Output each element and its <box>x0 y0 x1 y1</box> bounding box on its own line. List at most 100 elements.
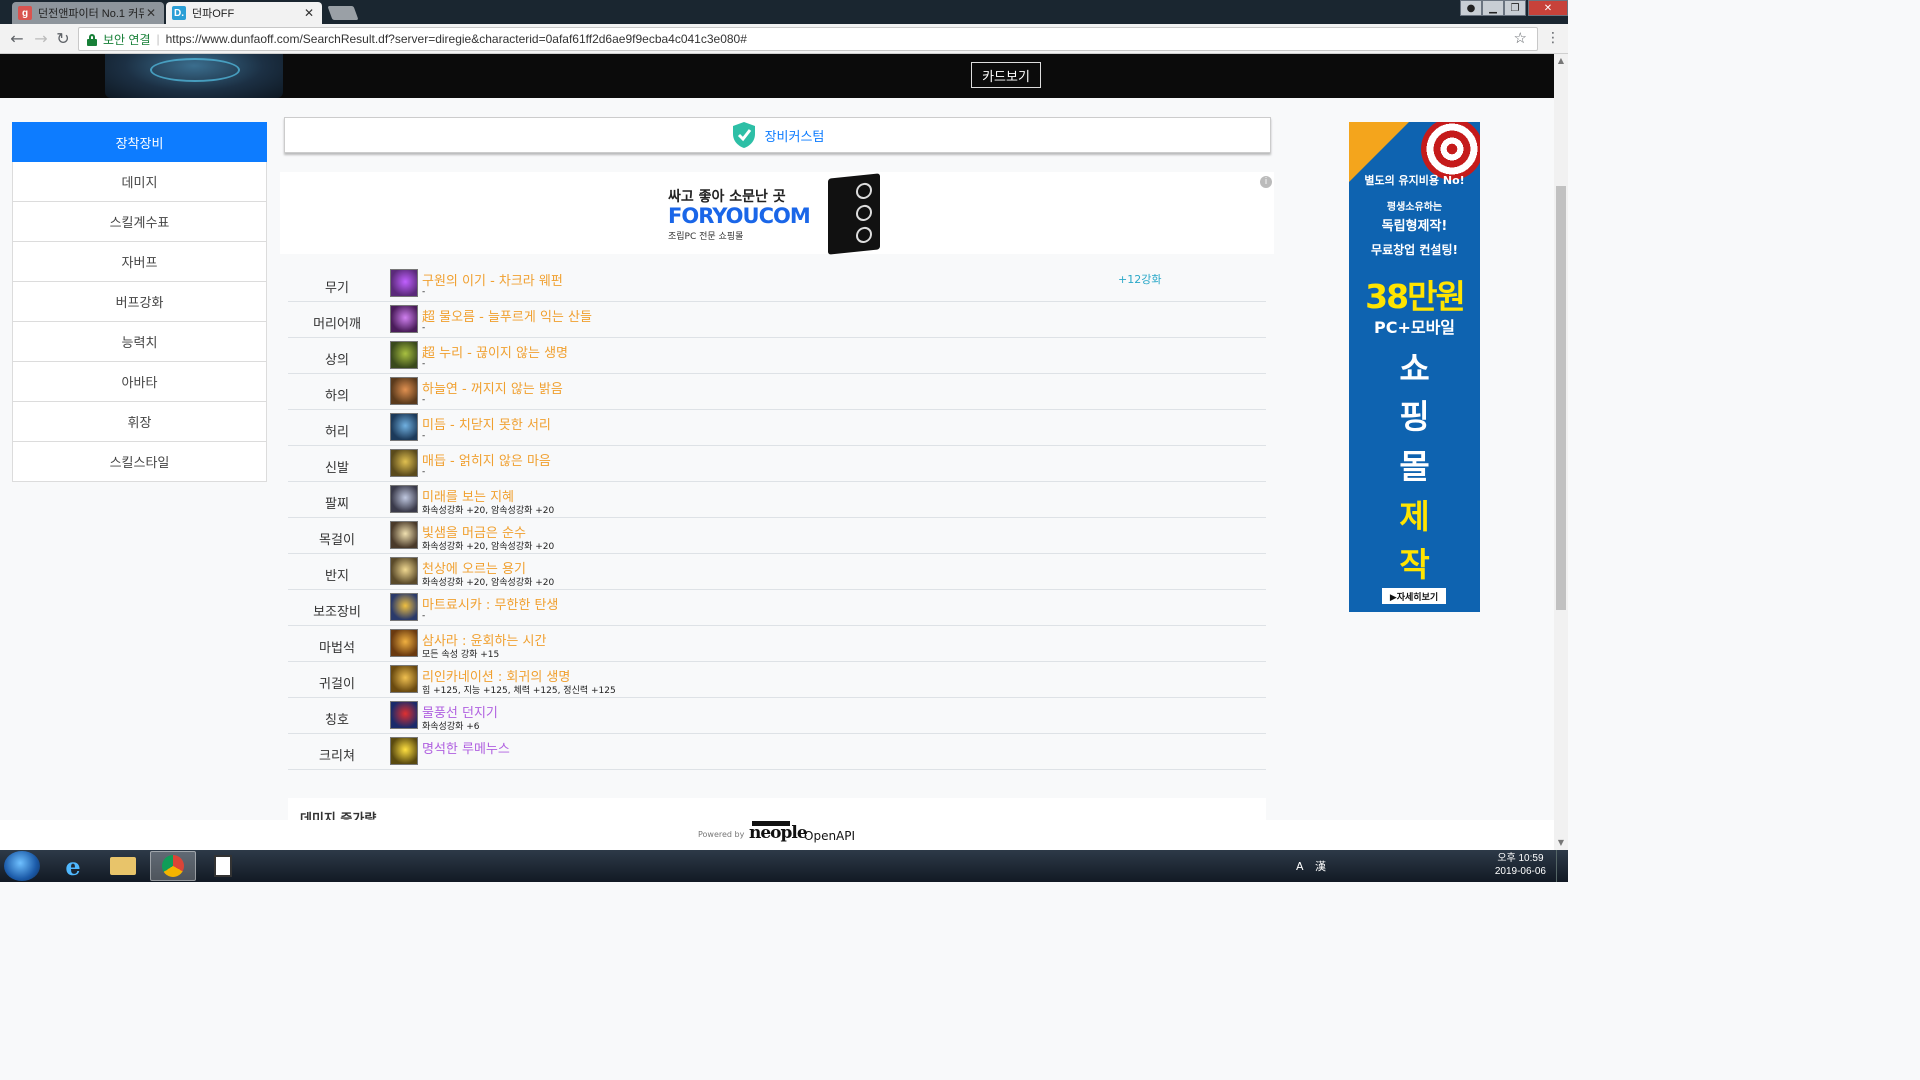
window-close-button[interactable]: ✕ <box>1528 0 1568 16</box>
file-explorer-icon[interactable] <box>100 851 146 881</box>
sidebar-item-buff-enhance[interactable]: 버프강화 <box>12 282 267 322</box>
scroll-down-icon[interactable]: ▼ <box>1556 838 1566 848</box>
neople-logo[interactable]: neople <box>749 823 808 843</box>
category-sidebar: 장착장비 데미지 스킬계수표 자버프 버프강화 능력치 아바타 휘장 스킬스타일 <box>12 122 267 482</box>
item-icon[interactable] <box>390 449 418 477</box>
page-scrollbar[interactable]: ▲ ▼ <box>1554 54 1568 850</box>
equipment-row: 무기 구원의 이기 - 차크라 웨펀 - +12강화 <box>288 266 1266 302</box>
tab-label: 던전앤파이터 No.1 커뮤 <box>38 8 144 20</box>
item-icon[interactable] <box>390 341 418 369</box>
item-icon[interactable] <box>390 701 418 729</box>
ad-logo: FORYOUCOM <box>668 204 811 228</box>
sidebar-item-stats[interactable]: 능력치 <box>12 322 267 362</box>
taskbar-clock[interactable]: 오후 10:59 2019-06-06 <box>1495 852 1546 878</box>
sidebar-item-emblem[interactable]: 휘장 <box>12 402 267 442</box>
item-icon[interactable] <box>390 593 418 621</box>
item-name-link[interactable]: 미듬 - 치닫지 못한 서리 <box>422 414 551 433</box>
advertisement-banner[interactable]: 싸고 좋아 소문난 곳 FORYOUCOM 조립PC 전문 쇼핑몰 i <box>280 172 1274 255</box>
item-name-link[interactable]: 超 누리 - 끊이지 않는 생명 <box>422 342 568 361</box>
item-icon[interactable] <box>390 629 418 657</box>
maximize-button[interactable]: ❐ <box>1504 0 1526 16</box>
browser-tab-dunfaoff[interactable]: D. 던파OFF ✕ <box>166 2 322 24</box>
start-button[interactable] <box>4 851 40 881</box>
item-icon[interactable] <box>390 485 418 513</box>
tab-close-icon[interactable]: ✕ <box>144 6 158 20</box>
side-advertisement[interactable]: 별도의 유지비용 No! 평생소유하는 독립형제작! 무료창업 컨설팅! 38만… <box>1349 122 1480 612</box>
item-icon[interactable] <box>390 413 418 441</box>
secure-connection-label: 보안 연결 <box>103 32 151 47</box>
ad-info-icon[interactable]: i <box>1260 176 1272 188</box>
item-icon[interactable] <box>390 377 418 405</box>
item-icon[interactable] <box>390 521 418 549</box>
item-icon[interactable] <box>390 269 418 297</box>
item-name-link[interactable]: 하늘연 - 꺼지지 않는 밝음 <box>422 378 563 397</box>
equipment-row: 크리쳐 명석한 루메누스 <box>288 734 1266 770</box>
item-name-link[interactable]: 매듭 - 얽히지 않은 마음 <box>422 450 551 469</box>
ad-line: 평생소유하는 <box>1386 202 1443 213</box>
item-icon[interactable] <box>390 305 418 333</box>
equipment-row: 마법석 삼사라 : 윤회하는 시간 모든 속성 강화 +15 <box>288 626 1266 662</box>
back-arrow-icon[interactable]: ← <box>8 30 26 48</box>
clock-time: 오후 10:59 <box>1497 853 1544 864</box>
address-bar[interactable]: 보안 연결 | https://www.dunfaoff.com/SearchR… <box>78 27 1538 51</box>
item-option-text: 힘 +125, 지능 +125, 체력 +125, 정신력 +125 <box>422 686 616 696</box>
scroll-up-icon[interactable]: ▲ <box>1556 56 1566 66</box>
item-icon[interactable] <box>390 737 418 765</box>
profile-icon[interactable]: ● <box>1460 0 1482 16</box>
ad-line: 별도의 유지비용 No! <box>1364 174 1465 187</box>
forward-arrow-icon[interactable]: → <box>32 30 50 48</box>
equipment-slot-label: 마법석 <box>319 640 355 656</box>
sidebar-item-self-buff[interactable]: 자버프 <box>12 242 267 282</box>
tab-close-icon[interactable]: ✕ <box>302 6 316 20</box>
equipment-slot-label: 보조장비 <box>313 604 361 620</box>
item-option-text: - <box>422 395 426 405</box>
site-favicon-icon: D. <box>172 6 186 20</box>
ad-detail-button[interactable]: ▶자세히보기 <box>1382 588 1446 604</box>
ad-tagline: 조립PC 전문 쇼핑몰 <box>668 232 744 242</box>
equipment-row: 허리 미듬 - 치닫지 못한 서리 - <box>288 410 1266 446</box>
browser-menu-icon[interactable]: ⋮ <box>1546 30 1560 46</box>
page-footer: Powered by neople OpenAPI <box>0 820 1554 850</box>
show-desktop-button[interactable] <box>1556 850 1568 882</box>
site-favicon-icon: g <box>18 6 32 20</box>
equipment-slot-label: 무기 <box>325 280 349 296</box>
item-option-text: 화속성강화 +20, 암속성강화 +20 <box>422 542 555 552</box>
ad-vertical-char: 몰 <box>1399 447 1430 486</box>
lock-icon <box>87 33 97 46</box>
sidebar-item-equipment[interactable]: 장착장비 <box>12 122 267 162</box>
chrome-icon[interactable] <box>150 851 196 881</box>
sidebar-item-damage[interactable]: 데미지 <box>12 162 267 202</box>
ad-price: 38만원 <box>1365 277 1466 316</box>
item-name-link[interactable]: 마트료시카 : 무한한 탄생 <box>422 594 558 613</box>
sidebar-item-skill-coefficient[interactable]: 스킬계수표 <box>12 202 267 242</box>
equipment-row: 팔찌 미래를 보는 지혜 화속성강화 +20, 암속성강화 +20 <box>288 482 1266 518</box>
equipment-slot-label: 칭호 <box>325 712 349 728</box>
equipment-custom-button[interactable]: 장비커스텀 <box>284 117 1271 153</box>
bookmark-star-icon[interactable]: ☆ <box>1514 29 1527 47</box>
equipment-slot-label: 목걸이 <box>319 532 355 548</box>
system-tray[interactable]: A 漢 <box>1296 858 1330 874</box>
item-icon[interactable] <box>390 557 418 585</box>
sidebar-item-skill-style[interactable]: 스킬스타일 <box>12 442 267 482</box>
browser-tab-forum[interactable]: g 던전앤파이터 No.1 커뮤 ✕ <box>12 2 164 24</box>
item-option-text: - <box>422 323 426 333</box>
url-text[interactable]: https://www.dunfaoff.com/SearchResult.df… <box>166 32 747 46</box>
item-name-link[interactable]: 구원의 이기 - 차크라 웨펀 <box>422 270 563 289</box>
sidebar-item-avatar[interactable]: 아바타 <box>12 362 267 402</box>
scrollbar-thumb[interactable] <box>1556 186 1566 610</box>
browser-tab-bar: g 던전앤파이터 No.1 커뮤 ✕ D. 던파OFF ✕ ● ▁ ❐ ✕ <box>0 0 1568 24</box>
reload-icon[interactable]: ↻ <box>54 30 72 48</box>
powered-by-label: Powered by <box>698 830 745 839</box>
equipment-row: 머리어깨 超 물오름 - 늘푸르게 익는 산들 - <box>288 302 1266 338</box>
minimize-button[interactable]: ▁ <box>1482 0 1504 16</box>
item-name-link[interactable]: 명석한 루메누스 <box>422 738 510 757</box>
card-view-button[interactable]: 카드보기 <box>971 62 1041 88</box>
equipment-list: 무기 구원의 이기 - 차크라 웨펀 - +12강화 머리어깨 超 물오름 - 늘푸르게 … <box>288 266 1266 770</box>
equipment-row: 신발 매듭 - 얽히지 않은 마음 - <box>288 446 1266 482</box>
item-icon[interactable] <box>390 665 418 693</box>
notepad-icon[interactable] <box>200 851 246 881</box>
item-name-link[interactable]: 超 물오름 - 늘푸르게 익는 산들 <box>422 306 592 325</box>
internet-explorer-icon[interactable]: e <box>50 851 96 881</box>
new-tab-button[interactable] <box>327 6 359 20</box>
ad-line: 독립형제작! <box>1381 219 1448 234</box>
